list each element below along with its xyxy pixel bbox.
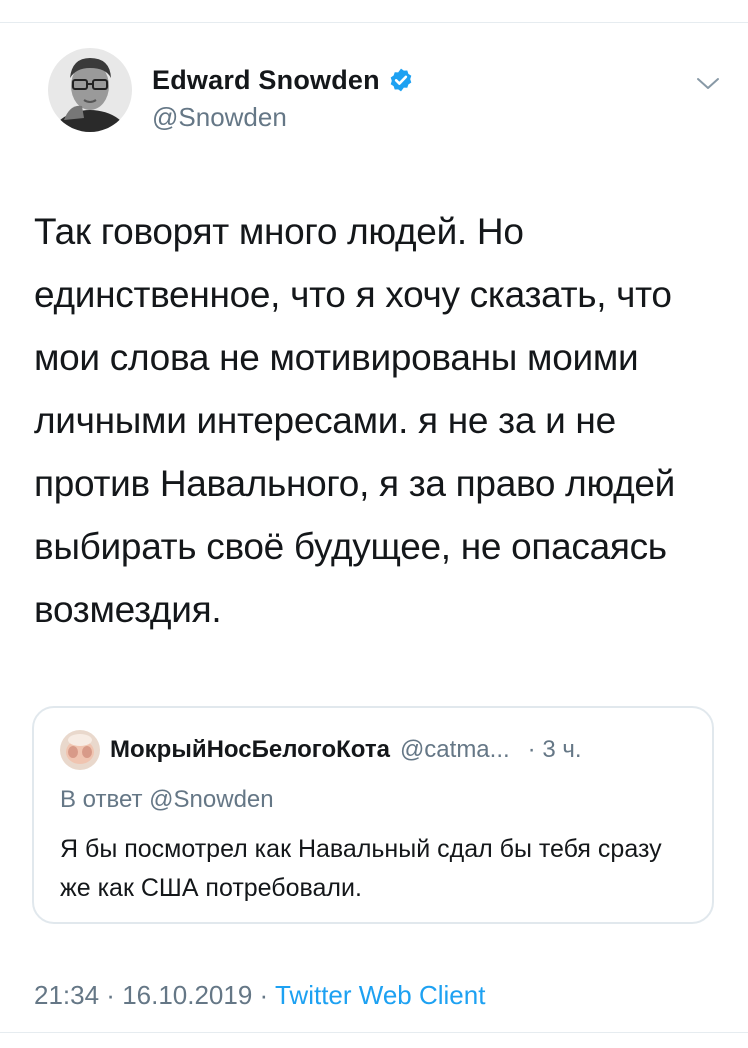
quoted-reply-context: В ответ @Snowden: [60, 786, 274, 813]
quoted-timestamp: · 3 ч.: [527, 736, 582, 763]
tweet-metadata: 21:34 · 16.10.2019 · Twitter Web Client: [34, 980, 485, 1011]
quoted-tweet-text: Я бы посмотрел как Навальный сдал бы теб…: [60, 835, 662, 902]
top-divider: [0, 22, 748, 23]
meta-separator: ·: [99, 980, 123, 1010]
tweet-date: 16.10.2019: [122, 980, 253, 1010]
tweet-text: Так говорят много людей. Но единственное…: [34, 211, 676, 630]
author-block: Edward Snowden @Snowden: [152, 62, 414, 133]
tweet-source-link[interactable]: Twitter Web Client: [275, 980, 485, 1010]
chevron-down-icon[interactable]: [696, 76, 720, 92]
bottom-divider: [0, 1032, 748, 1033]
tweet-time: 21:34: [34, 980, 100, 1010]
quoted-author-avatar: [60, 730, 100, 770]
quoted-author-name: МокрыйНосБелогоКота: [110, 736, 390, 763]
meta-separator: ·: [252, 980, 275, 1010]
author-name-row: Edward Snowden: [152, 62, 414, 98]
quoted-header: МокрыйНосБелогоКота @catma... · 3 ч.: [110, 736, 582, 764]
quoted-tweet-card[interactable]: МокрыйНосБелогоКота @catma... · 3 ч. В о…: [32, 706, 714, 924]
author-avatar[interactable]: [48, 48, 132, 132]
verified-badge-icon: [388, 67, 414, 93]
author-handle[interactable]: @Snowden: [152, 102, 414, 133]
quoted-author-handle: @catma...: [399, 736, 510, 763]
author-display-name[interactable]: Edward Snowden: [152, 65, 380, 96]
